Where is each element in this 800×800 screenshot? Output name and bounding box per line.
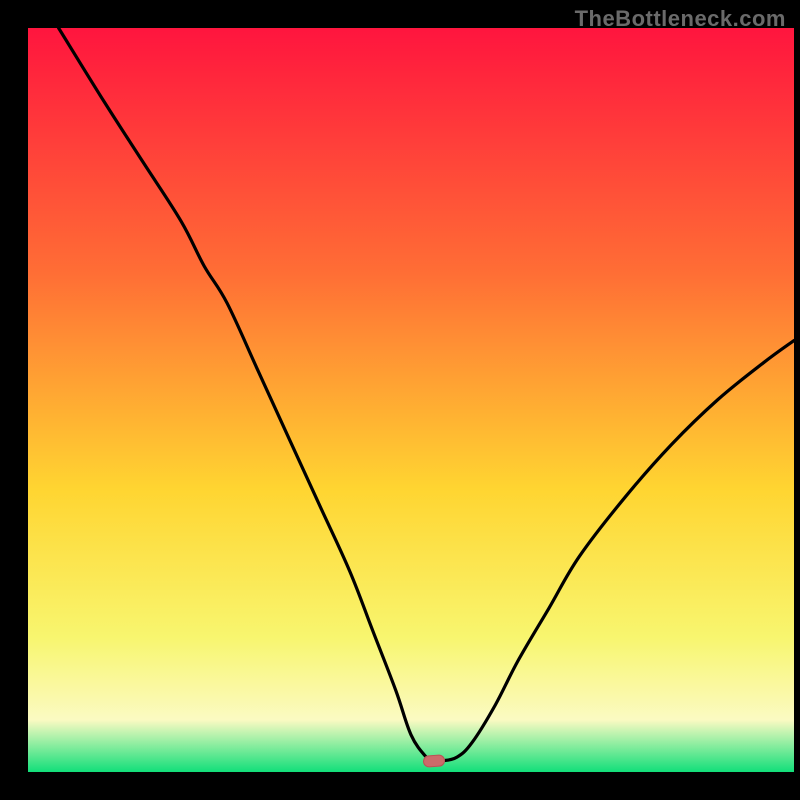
gradient-background: [28, 28, 794, 772]
plot-svg: [28, 28, 794, 772]
plot-area: [28, 28, 794, 772]
chart-stage: TheBottleneck.com: [0, 0, 800, 800]
